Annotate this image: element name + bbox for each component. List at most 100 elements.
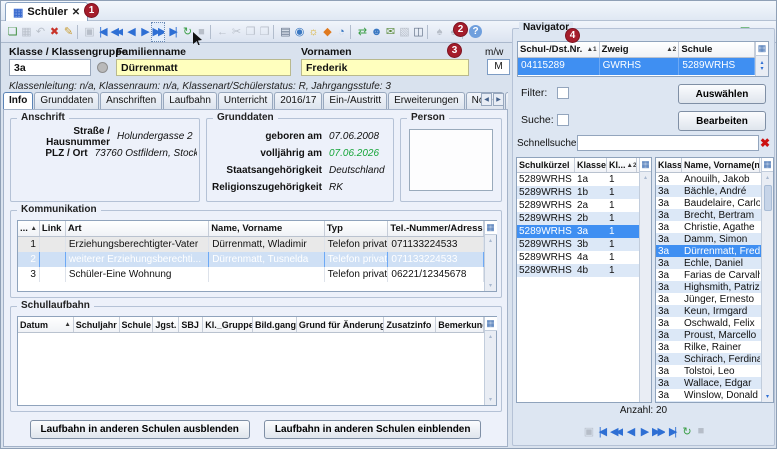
filter-checkbox[interactable] xyxy=(557,87,569,99)
bearbeiten-button[interactable]: Bearbeiten xyxy=(678,111,766,131)
Keun, Irmgard[interactable]: 3aKeun, Irmgard xyxy=(656,305,761,317)
class-row[interactable]: 5289WRHS2a1 xyxy=(517,199,639,212)
class-row[interactable]: 5289WRHS1b1 xyxy=(517,186,639,199)
Wallace, Edgar[interactable]: 3aWallace, Edgar xyxy=(656,377,761,389)
table-settings-icon[interactable]: ▦ xyxy=(485,317,497,331)
back-icon[interactable]: ← xyxy=(214,22,228,42)
Dürrenmatt, Frederik[interactable]: 3aDürrenmatt, Frederik xyxy=(656,245,761,257)
last-record-icon[interactable]: ▶| xyxy=(665,421,679,441)
laufbahn-button[interactable]: Laufbahn in anderen Schulen einblenden xyxy=(264,420,482,439)
detail-tab[interactable]: 2016/17 xyxy=(274,92,322,109)
class-row[interactable]: 5289WRHS3a1 xyxy=(517,225,639,238)
scroll-down-icon[interactable]: ▾ xyxy=(766,391,769,402)
Anouilh, Jakob[interactable]: 3aAnouilh, Jakob xyxy=(656,173,761,185)
column-header[interactable]: Grund für Änderung xyxy=(297,317,385,332)
column-header[interactable]: Kl._Gruppe xyxy=(203,317,253,332)
alarm-icon[interactable]: ◔ xyxy=(333,22,347,42)
class-row[interactable]: 5289WRHS2b1 xyxy=(517,212,639,225)
column-header[interactable]: Jgst. xyxy=(153,317,179,332)
column-header[interactable]: SBJ xyxy=(179,317,203,332)
school-row[interactable]: 04115289GWRHS5289WRHS xyxy=(518,58,755,75)
kommunikation-row[interactable]: 3 Schüler-Eine Wohnung Telefon privat062… xyxy=(18,267,484,282)
column-header[interactable]: Typ xyxy=(325,221,389,236)
detail-tab[interactable]: Grunddaten xyxy=(34,92,99,109)
detail-tab[interactable]: Info xyxy=(3,92,33,109)
tab-schueler[interactable]: ▦ Schüler ✕ xyxy=(5,2,88,21)
new-record-icon[interactable]: ❏ xyxy=(4,22,18,42)
student-list-scrollbar[interactable]: ▦ ▴ ▾ xyxy=(761,158,773,402)
Schirach, Ferdinand[interactable]: 3aSchirach, Ferdinand xyxy=(656,353,761,365)
laufbahn-button[interactable]: Laufbahn in anderen Schulen ausblenden xyxy=(30,420,250,439)
scrollbar-thumb[interactable] xyxy=(764,185,772,211)
Echle, Daniel[interactable]: 3aEchle, Daniel xyxy=(656,257,761,269)
schnellsuche-input[interactable] xyxy=(577,135,759,151)
table-settings-icon[interactable]: ▦ xyxy=(640,158,652,172)
student-icon[interactable]: ☻ xyxy=(368,22,382,42)
form-selector-icon[interactable]: ▣ xyxy=(81,22,95,42)
column-header[interactable]: Schul-/Dst.Nr.▲1 xyxy=(518,42,600,57)
announce-icon[interactable]: ◆ xyxy=(319,22,333,42)
Brecht, Bertram[interactable]: 3aBrecht, Bertram xyxy=(656,209,761,221)
Jünger, Ernesto[interactable]: 3aJünger, Ernesto xyxy=(656,293,761,305)
scroll-down-icon[interactable]: ▾ xyxy=(489,394,492,405)
delete-record-icon[interactable]: ✖ xyxy=(46,22,60,42)
column-header[interactable]: Name, Vorname(n)▲ xyxy=(682,158,760,172)
column-header[interactable]: Bild.gang xyxy=(253,317,297,332)
fast-next-icon[interactable]: ▶▶ xyxy=(151,22,165,42)
prev-record-icon[interactable]: ◀ xyxy=(123,22,137,42)
column-header[interactable]: Schule xyxy=(120,317,154,332)
tab-scroll-right-icon[interactable]: ▶ xyxy=(493,93,504,106)
kommunikation-scrollbar[interactable]: ▦ ▴ ▾ xyxy=(484,221,496,291)
send-icon[interactable]: ✉ xyxy=(382,22,396,42)
column-header[interactable]: Datum▲ xyxy=(18,317,74,332)
kommunikation-row[interactable]: 2 weiterer Erziehungsberechti...Dürrenma… xyxy=(18,252,484,267)
grid-view-icon[interactable]: ▣ xyxy=(581,421,595,441)
undo-icon[interactable]: ↶ xyxy=(32,22,46,42)
fast-prev-icon[interactable]: ◀◀ xyxy=(609,421,623,441)
Highsmith, Patrizia[interactable]: 3aHighsmith, Patrizia xyxy=(656,281,761,293)
document-icon[interactable]: ▧ xyxy=(396,22,410,42)
Baudelaire, Carlo[interactable]: 3aBaudelaire, Carlo xyxy=(656,197,761,209)
suche-checkbox[interactable] xyxy=(557,114,569,126)
class-row[interactable]: 5289WRHS4a1 xyxy=(517,251,639,264)
column-header[interactable]: Schule xyxy=(679,42,755,57)
Oschwald, Felix[interactable]: 3aOschwald, Felix xyxy=(656,317,761,329)
transfer-icon[interactable]: ⇄ xyxy=(354,22,368,42)
fast-prev-icon[interactable]: ◀◀ xyxy=(109,22,123,42)
save-icon[interactable]: ▦ xyxy=(18,22,32,42)
Rilke, Rainer[interactable]: 3aRilke, Rainer xyxy=(656,341,761,353)
Farias de Carvalho, Be...[interactable]: 3aFarias de Carvalho, Be... xyxy=(656,269,761,281)
detail-tab[interactable]: Ein-/Austritt xyxy=(323,92,387,109)
copy-icon[interactable]: ❐ xyxy=(242,22,256,42)
column-header[interactable]: Bemerkung xyxy=(436,317,484,332)
kommunikation-row[interactable]: 1 Erziehungsberechtigter-VaterDürrenmatt… xyxy=(18,237,484,252)
scroll-up-icon[interactable]: ▴ xyxy=(489,331,492,342)
paste-icon[interactable]: ❒ xyxy=(256,22,270,42)
class-row[interactable]: 5289WRHS3b1 xyxy=(517,238,639,251)
first-record-icon[interactable]: |◀ xyxy=(95,22,109,42)
schullaufbahn-scrollbar[interactable]: ▦ ▴ ▾ xyxy=(484,317,496,405)
vornamen-input[interactable]: Frederik xyxy=(301,59,469,76)
scroll-down-icon[interactable]: ▾ xyxy=(489,280,492,291)
preview-icon[interactable]: ◉ xyxy=(291,22,305,42)
promote-icon[interactable]: ♠ xyxy=(431,22,445,42)
last-record-icon[interactable]: ▶| xyxy=(165,22,179,42)
detail-tab[interactable]: Anschriften xyxy=(100,92,162,109)
column-header[interactable]: Link xyxy=(40,221,66,236)
table-settings-icon[interactable]: ▦ xyxy=(762,158,774,172)
print-icon[interactable]: ▤ xyxy=(277,22,291,42)
tab-scroll-left-icon[interactable]: ◀ xyxy=(481,93,492,106)
spin-down-icon[interactable]: ▾ xyxy=(760,66,763,72)
cut-icon[interactable]: ✂ xyxy=(228,22,242,42)
first-record-icon[interactable]: |◀ xyxy=(595,421,609,441)
prev-record-icon[interactable]: ◀ xyxy=(623,421,637,441)
Yang, Alessandro[interactable]: 3aYang, Alessandro xyxy=(656,401,761,402)
next-record-icon[interactable]: ▶ xyxy=(637,421,651,441)
stop-icon[interactable]: ■ xyxy=(693,421,707,441)
Proust, Marcello[interactable]: 3aProust, Marcello xyxy=(656,329,761,341)
column-header[interactable]: ...▲ xyxy=(18,221,40,236)
Bächle, André[interactable]: 3aBächle, André xyxy=(656,185,761,197)
column-header[interactable]: Klasse xyxy=(575,158,607,172)
clear-search-icon[interactable]: ✖ xyxy=(760,135,770,151)
column-header[interactable]: Zweig▲2 xyxy=(600,42,680,57)
